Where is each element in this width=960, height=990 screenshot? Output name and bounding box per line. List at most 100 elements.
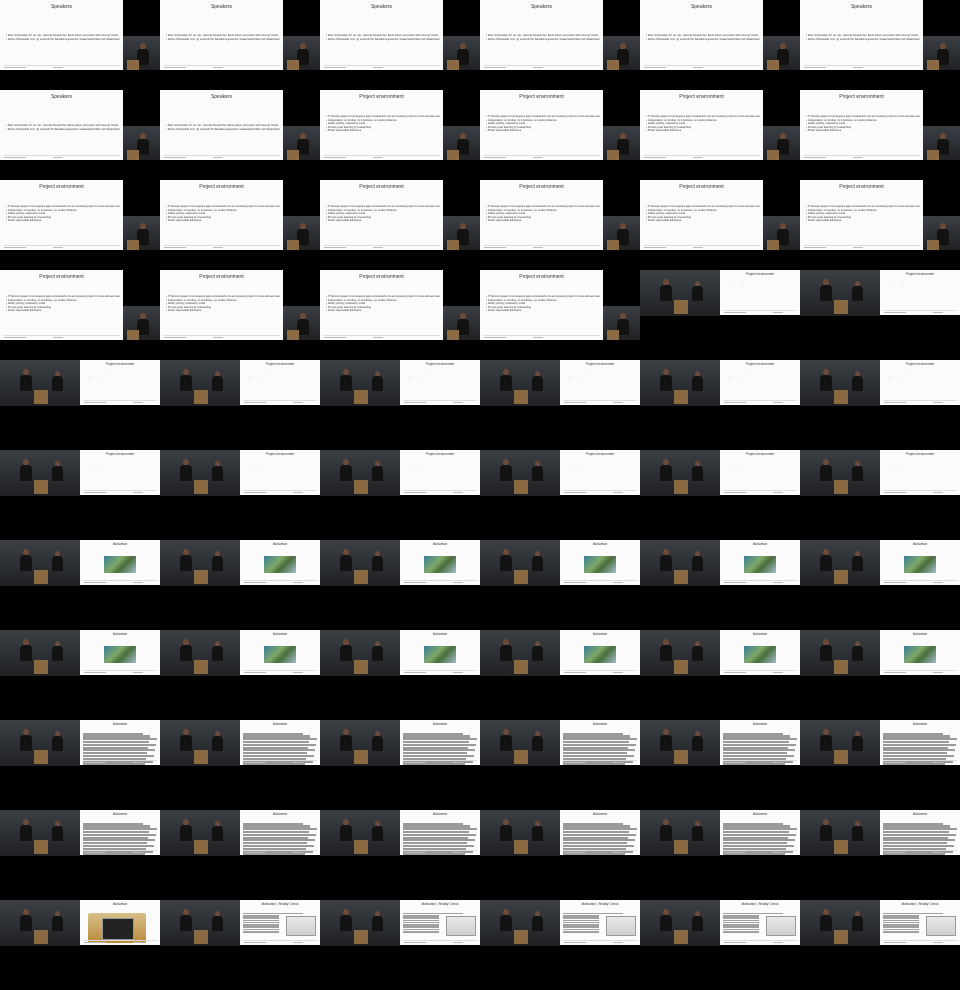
slide-frame: Project environment IT Security aspect of… [400,360,480,405]
slide-title: Project environment [519,184,564,190]
slide-bullet: Prefer responsible disclosure [486,129,600,133]
lectern [674,660,688,674]
slide-bullet-list: IT Security aspect of emergency apps con… [883,282,957,293]
slide-text-line [883,763,945,766]
slide-title: Speakers [50,4,73,10]
lectern [834,930,848,944]
slide-footer [483,335,600,338]
slide-title: Motivation [112,722,128,726]
slide-footer [403,850,477,853]
slide-title: Speakers [210,94,233,100]
video-thumbnail: Project environment IT Security aspect of… [160,180,320,270]
slide-bullet-list: IT Security aspect of emergency apps con… [243,372,317,383]
slide-title: Project environment [679,94,724,100]
room-video [160,360,240,406]
slide-frame: Motivation Day-Zero (Nullus) FOSSUM Hazar… [720,540,800,585]
slide-footer [723,400,797,403]
video-thumbnail: Motivation / Reality Check [640,900,800,990]
slide-photo [424,646,456,663]
slide-footer [83,400,157,403]
slide-frame: Motivation [80,900,160,945]
speaker-body [852,556,863,571]
room-video [480,540,560,586]
slide-bullet: Rocko Schönefeld, M.A. @ Lehrstuhl für B… [166,128,280,132]
video-thumbnail: Project environment IT Security aspect of… [160,450,320,540]
slide-title: Motivation [272,632,288,636]
slide-footer [883,310,957,313]
slide-photo [424,556,456,573]
slide-bullet: Rocko Schönefeld, M.A. @ Lehrstuhl für B… [646,38,760,42]
slide-frame: Project environment IT Security aspect of… [320,90,443,160]
slide-bullet: IT Security aspect of emergency apps con… [166,295,280,299]
speaker-inset [603,216,640,250]
slide-frame: Speakers Marc Schönefeld, Dr. rer. nat., … [320,0,443,70]
video-thumbnail: Motivation [160,810,320,900]
slide-frame: Project environment IT Security aspect of… [800,180,923,250]
lectern [767,60,779,70]
slide-title: Project environment [585,362,615,366]
slide-bullet: Day-Zero (Nullus) FOSSUM Hazards for Seo… [883,642,957,644]
room-video [480,630,560,676]
lectern [354,660,368,674]
speaker-body [532,466,543,481]
slide-frame: Project environment IT Security aspect of… [640,180,763,250]
slide-title: Project environment [839,94,884,100]
speaker-body [52,916,63,931]
room-video [800,360,880,406]
slide-footer [803,245,920,248]
room-video [800,900,880,946]
video-thumbnail: Project environment IT Security aspect of… [640,90,800,180]
slide-title: Motivation [592,632,608,636]
speaker-body [372,736,383,751]
slide-bullet-list: IT Security aspect of emergency apps con… [723,372,797,383]
speaker-body [820,375,832,391]
slide-footer [3,245,120,248]
slide-footer [3,155,120,158]
lectern [674,480,688,494]
lectern [34,570,48,584]
lectern [447,240,459,250]
speaker-body [20,735,32,751]
slide-footer [83,670,157,673]
slide-frame: Project environment IT Security aspect of… [240,450,320,495]
speaker-body [340,735,352,751]
slide-phone-image [926,916,956,936]
slide-frame: Project environment IT Security aspect of… [800,90,923,160]
slide-bullet-list: Marc Schönefeld, Dr. rer. nat., Security… [6,124,120,131]
slide-bullet: Rocko Schönefeld, M.A. @ Lehrstuhl für B… [326,38,440,42]
slide-bullet-list: Day-Zero (Nullus) FOSSUM Hazards for Seo… [403,642,477,644]
slide-title: Motivation [112,632,128,636]
lectern [514,480,528,494]
slide-bullet: Prefer responsible disclosure [806,129,920,133]
slide-bullet-list: IT Security aspect of emergency apps con… [326,295,440,313]
slide-frame: Motivation / Reality Check [560,900,640,945]
speaker-inset [283,36,320,70]
speaker-body [180,735,192,751]
slide-bullet-list: Day-Zero (Nullus) FOSSUM Hazards for Seo… [403,552,477,554]
lectern [354,570,368,584]
speaker-body [692,826,703,841]
slide-footer [163,65,280,68]
slide-frame: Motivation Day-Zero (Nullus) FOSSUM Hazar… [880,630,960,675]
slide-text-line [403,853,465,856]
slide-bullet-list: IT Security aspect of emergency apps con… [486,295,600,313]
slide-footer [723,490,797,493]
video-thumbnail: Project environment IT Security aspect of… [320,360,480,450]
slide-footer [563,850,637,853]
slide-text-line [723,930,759,933]
room-video [480,450,560,496]
speaker-body [820,915,832,931]
slide-bullet: Prefer responsible disclosure [883,381,957,383]
slide-text-line [563,763,625,766]
slide-photo [104,556,136,573]
room-video [640,270,720,316]
slide-footer [323,65,440,68]
slide-frame: Motivation [80,720,160,766]
slide-footer [83,490,157,493]
speaker-body [500,825,512,841]
video-thumbnail: Motivation [0,720,160,810]
video-thumbnail: Motivation Day-Zero (Nullus) FOSSUM Hazar… [0,540,160,630]
speaker-body [660,915,672,931]
speaker-body [820,555,832,571]
video-thumbnail: Project environment IT Security aspect of… [480,360,640,450]
